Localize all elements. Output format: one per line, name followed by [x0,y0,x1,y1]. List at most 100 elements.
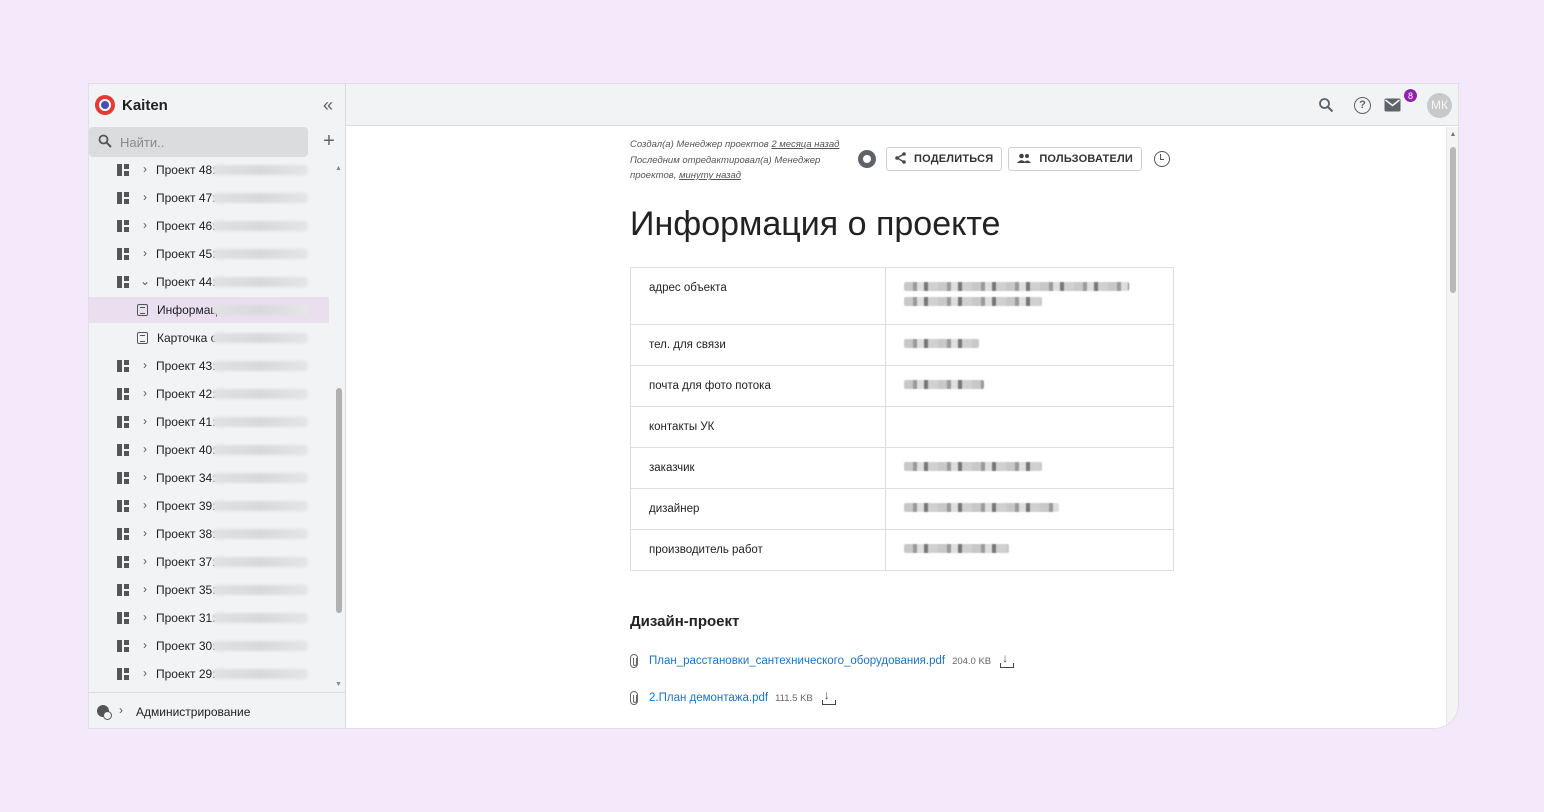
sidebar-board-item[interactable]: › Проект 45: [89,241,329,267]
sidebar-item-label: Проект 43: [156,359,216,373]
chevron-right-icon[interactable]: › [140,498,150,512]
sidebar-item-label: Проект 42: [156,387,216,401]
sidebar-board-item[interactable]: › Проект 40: [89,437,329,463]
scroll-up-arrow[interactable]: ▲ [334,164,343,174]
sidebar-board-item[interactable]: › Проект 38: [89,521,329,547]
sidebar-doc-item[interactable]: Карточка о [89,325,329,351]
app-window: Kaiten « + › Проект 48: › Проект 47: › Проект… [89,84,1458,728]
board-icon [117,276,129,288]
sidebar-board-item[interactable]: › Проект 47: [89,185,329,211]
chevron-right-icon[interactable]: › [140,638,150,652]
scroll-down-arrow[interactable]: ▼ [334,680,343,690]
sidebar-search-input[interactable] [120,134,290,150]
attachment-link[interactable]: 2.План демонтажа.pdf [649,692,768,704]
sidebar-board-item[interactable]: › Проект 46: [89,213,329,239]
chevron-right-icon[interactable]: › [140,582,150,596]
redacted-text [213,557,308,567]
help-icon[interactable]: ? [1354,97,1371,114]
share-button[interactable]: Поделиться [886,147,1003,171]
settings-gear-icon[interactable] [858,150,876,168]
share-icon [895,151,906,167]
chevron-right-icon[interactable]: › [140,610,150,624]
chevron-right-icon[interactable]: › [140,246,150,260]
board-icon [117,416,129,428]
attachment-size: 111.5 KB [775,692,813,704]
table-value-cell[interactable] [885,365,1174,407]
download-icon[interactable] [1000,651,1015,668]
sidebar-board-item[interactable]: › Проект 35: [89,577,329,603]
chevron-right-icon[interactable]: › [140,190,150,204]
chevron-right-icon[interactable]: › [140,218,150,232]
sidebar-board-item[interactable]: › Проект 43: [89,353,329,379]
add-space-button[interactable]: + [318,129,340,153]
redacted-text [213,193,308,203]
paperclip-icon [630,654,638,668]
meta-created-link[interactable]: 2 месяца назад [771,139,839,150]
sidebar-board-item[interactable]: › Проект 41: [89,409,329,435]
mail-icon[interactable] [1382,95,1402,115]
redacted-value [904,462,1042,471]
board-icon [117,248,129,260]
sidebar: Kaiten « + › Проект 48: › Проект 47: › Проект… [89,84,346,728]
sidebar-board-item[interactable]: › Проект 31: [89,605,329,631]
global-search-icon[interactable] [1316,95,1336,115]
sidebar-item-label: Проект 29: [156,667,216,681]
scroll-up-arrow[interactable]: ▲ [1447,131,1458,138]
history-icon[interactable] [1154,151,1171,167]
sidebar-item-administration[interactable]: › Администрирование [89,692,346,728]
sidebar-board-item[interactable]: ⌄ Проект 44: [89,269,329,295]
sidebar-scrollbar[interactable]: ▲ ▼ [334,164,343,692]
board-icon [117,192,129,204]
table-value-cell[interactable] [885,447,1174,489]
chevron-right-icon[interactable]: › [140,414,150,428]
collapse-sidebar-button[interactable]: « [317,94,339,116]
download-icon[interactable] [821,688,836,705]
main-scrollbar[interactable]: ▲ [1446,127,1458,728]
chevron-right-icon[interactable]: › [140,442,150,456]
table-value-cell[interactable] [885,267,1174,325]
sidebar-board-item[interactable]: › Проект 30: [89,633,329,659]
sidebar-item-label: Проект 35: [156,583,216,597]
sidebar-board-item[interactable]: › Проект 29: [89,661,329,687]
table-key-cell: дизайнер [630,488,886,530]
redacted-value [904,544,1009,553]
chevron-right-icon[interactable]: › [140,526,150,540]
sidebar-board-item[interactable]: › Проект 42: [89,381,329,407]
table-value-cell[interactable] [885,324,1174,366]
users-button[interactable]: Пользователи [1008,147,1143,171]
chevron-right-icon[interactable]: › [140,470,150,484]
table-value-cell[interactable] [885,406,1174,448]
board-icon [117,500,129,512]
table-key-cell: контакты УК [630,406,886,448]
chevron-right-icon[interactable]: › [140,386,150,400]
sidebar-board-item[interactable]: › Проект 48: [89,161,329,183]
sidebar-board-item[interactable]: › Проект 39: [89,493,329,519]
board-icon [117,668,129,680]
sidebar-item-label: Проект 39: [156,499,216,513]
table-value-cell[interactable] [885,529,1174,571]
redacted-value [904,503,1059,512]
table-row: почта для фото потока [630,365,1174,407]
board-icon [117,528,129,540]
sidebar-board-item[interactable]: › Проект 34: [89,465,329,491]
redacted-text [213,389,308,399]
meta-edited-link[interactable]: минуту назад [679,170,741,181]
sidebar-search[interactable] [89,127,308,157]
redacted-value [904,380,984,389]
table-key-cell: заказчик [630,447,886,489]
sidebar-board-item[interactable]: › Проект 37: [89,549,329,575]
attachment-link[interactable]: План_расстановки_сантехнического_оборудо… [649,655,945,667]
chevron-right-icon[interactable]: › [140,666,150,680]
chevron-right-icon[interactable]: › [140,554,150,568]
sidebar-doc-item[interactable]: Информаци [89,297,329,323]
main-scroll-thumb[interactable] [1450,147,1456,293]
avatar[interactable]: МК [1427,93,1452,118]
brand[interactable]: Kaiten [95,94,168,116]
chevron-right-icon[interactable]: › [140,358,150,372]
table-value-cell[interactable] [885,488,1174,530]
board-icon [117,556,129,568]
chevron-right-icon[interactable]: › [140,162,150,176]
chevron-down-icon[interactable]: ⌄ [140,274,150,288]
board-icon [117,164,129,176]
sidebar-scroll-thumb[interactable] [336,388,342,613]
